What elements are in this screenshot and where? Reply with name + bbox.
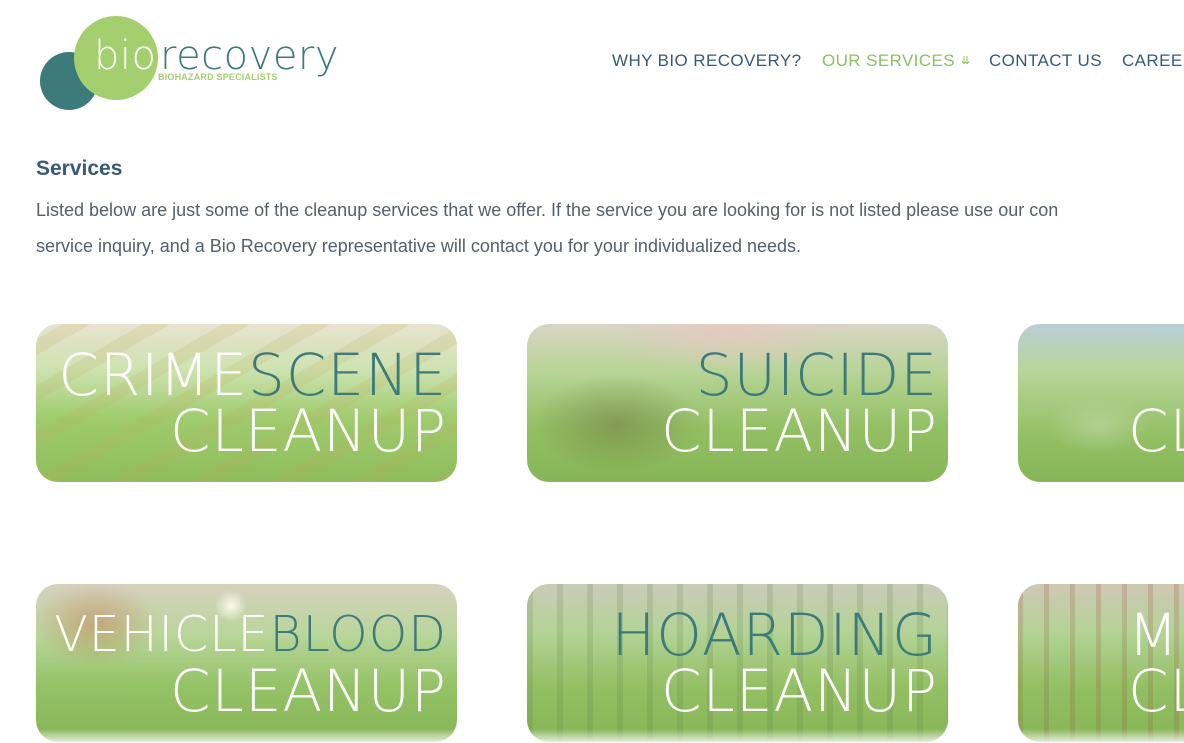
nav-contact-us[interactable]: CONTACT US: [989, 50, 1102, 72]
card-partial-third[interactable]: CL: [1018, 324, 1184, 482]
nav-careers[interactable]: CAREEI: [1122, 50, 1184, 72]
card-partial-sixth[interactable]: M CL: [1018, 584, 1184, 742]
nav-our-services[interactable]: OUR SERVICES ⇊: [822, 50, 971, 72]
card-title-line2: CL: [1128, 397, 1184, 465]
card-crime-scene-cleanup[interactable]: CRIMESCENE CLEANUP: [36, 324, 457, 482]
intro-paragraph: Listed below are just some of the cleanu…: [36, 192, 1184, 264]
card-title-line1: VEHICLEBLOOD: [54, 606, 447, 663]
card-suicide-cleanup[interactable]: SUICIDE CLEANUP: [527, 324, 948, 482]
double-chevron-down-icon: ⇊: [960, 55, 971, 67]
page-heading: Services: [36, 157, 123, 180]
card-title-line1: HOARDING: [611, 601, 938, 669]
nav-item-label: CAREEI: [1122, 51, 1184, 70]
card-title-line2: CLEANUP: [170, 657, 447, 725]
card-hoarding-cleanup[interactable]: HOARDING CLEANUP: [527, 584, 948, 742]
nav-item-label: WHY BIO RECOVERY?: [612, 51, 802, 70]
card-vehicle-blood-cleanup[interactable]: VEHICLEBLOOD CLEANUP: [36, 584, 457, 742]
intro-line-2: service inquiry, and a Bio Recovery repr…: [36, 236, 802, 256]
card-title-line2: CL: [1128, 657, 1184, 725]
nav-item-label: OUR SERVICES: [822, 51, 955, 70]
card-title-line1: SUICIDE: [695, 341, 938, 409]
nav-item-label: CONTACT US: [989, 51, 1102, 70]
card-title-line2: CLEANUP: [661, 397, 938, 465]
logo-word-bio: bio: [94, 33, 157, 79]
site-logo[interactable]: bio recovery BIOHAZARD SPECIALISTS: [38, 16, 339, 114]
intro-line-1: Listed below are just some of the cleanu…: [36, 200, 1059, 220]
bottom-fade: [0, 729, 1184, 743]
card-title-line1: CRIMESCENE: [58, 341, 447, 409]
card-title-line2: CLEANUP: [170, 397, 447, 465]
card-title-line1: M: [1128, 601, 1180, 669]
nav-why-bio-recovery[interactable]: WHY BIO RECOVERY?: [612, 50, 801, 72]
card-title-line2: CLEANUP: [661, 657, 938, 725]
logo-tagline: BIOHAZARD SPECIALISTS: [158, 72, 278, 82]
